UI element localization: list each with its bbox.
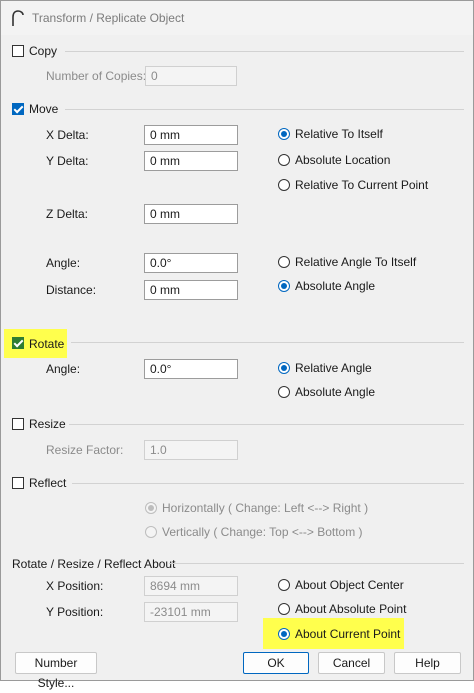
- relative-to-itself-radio[interactable]: [278, 128, 290, 140]
- x-delta-label: X Delta:: [46, 128, 89, 142]
- reflect-checkbox[interactable]: [12, 477, 24, 489]
- move-angle-field[interactable]: 0.0°: [144, 253, 238, 273]
- distance-label: Distance:: [46, 283, 97, 297]
- y-delta-field[interactable]: 0 mm: [144, 151, 238, 171]
- x-position-label: X Position:: [46, 579, 104, 593]
- app-arch-icon: [12, 10, 24, 26]
- relative-angle-to-itself-label: Relative Angle To Itself: [295, 255, 417, 269]
- z-delta-field[interactable]: 0 mm: [144, 204, 238, 224]
- relative-angle-to-itself-radio[interactable]: [278, 256, 290, 268]
- rotate-absolute-angle-label: Absolute Angle: [295, 385, 376, 399]
- copy-label: Copy: [29, 44, 58, 58]
- rotate-angle-label: Angle:: [46, 362, 81, 376]
- rotate-relative-angle-label: Relative Angle: [295, 361, 372, 375]
- about-absolute-point-label: About Absolute Point: [295, 602, 407, 616]
- rotate-angle-field[interactable]: 0.0°: [144, 359, 238, 379]
- num-copies-label: Number of Copies:: [46, 69, 147, 83]
- cancel-button[interactable]: Cancel: [318, 652, 385, 674]
- about-current-point-label: About Current Point: [295, 627, 401, 641]
- resize-label: Resize: [29, 417, 66, 431]
- title-bar[interactable]: Transform / Replicate Object: [1, 1, 473, 35]
- reflect-vertically-radio[interactable]: [145, 526, 157, 538]
- x-position-field[interactable]: 8694 mm: [144, 576, 238, 596]
- x-delta-field[interactable]: 0 mm: [144, 125, 238, 145]
- about-object-center-radio[interactable]: [278, 579, 290, 591]
- rotate-label: Rotate: [29, 337, 65, 351]
- y-position-field[interactable]: -23101 mm: [144, 602, 238, 622]
- z-delta-label: Z Delta:: [46, 207, 89, 221]
- move-angle-label: Angle:: [46, 256, 81, 270]
- distance-field[interactable]: 0 mm: [144, 280, 238, 300]
- num-copies-field[interactable]: 0: [145, 66, 237, 86]
- resize-factor-field[interactable]: 1.0: [144, 440, 238, 460]
- about-object-center-label: About Object Center: [295, 578, 404, 592]
- window-title: Transform / Replicate Object: [32, 11, 185, 25]
- relative-to-current-point-label: Relative To Current Point: [295, 178, 429, 192]
- reflect-label: Reflect: [29, 476, 67, 490]
- rotate-separator: [71, 342, 464, 343]
- about-group-label: Rotate / Resize / Reflect About: [12, 557, 176, 571]
- reflect-vertically-label: Vertically ( Change: Top <--> Bottom ): [162, 525, 363, 539]
- reflect-horizontally-label: Horizontally ( Change: Left <--> Right ): [162, 501, 369, 515]
- about-current-point-radio[interactable]: [278, 628, 290, 640]
- help-button[interactable]: Help: [394, 652, 461, 674]
- about-separator: [169, 563, 464, 564]
- rotate-checkbox[interactable]: [12, 337, 24, 349]
- copy-checkbox[interactable]: [12, 45, 24, 57]
- absolute-location-label: Absolute Location: [295, 153, 391, 167]
- resize-checkbox[interactable]: [12, 418, 24, 430]
- move-absolute-angle-label: Absolute Angle: [295, 279, 376, 293]
- ok-button[interactable]: OK: [243, 652, 309, 674]
- relative-to-itself-label: Relative To Itself: [295, 127, 383, 141]
- reflect-horizontally-radio[interactable]: [145, 502, 157, 514]
- move-separator: [65, 109, 464, 110]
- about-absolute-point-radio[interactable]: [278, 603, 290, 615]
- copy-separator: [65, 51, 464, 52]
- number-style-button[interactable]: Number Style...: [15, 652, 97, 690]
- y-delta-label: Y Delta:: [46, 154, 89, 168]
- relative-to-current-point-radio[interactable]: [278, 179, 290, 191]
- rotate-relative-angle-radio[interactable]: [278, 362, 290, 374]
- y-position-label: Y Position:: [46, 605, 104, 619]
- move-checkbox[interactable]: [12, 103, 24, 115]
- absolute-location-radio[interactable]: [278, 154, 290, 166]
- transform-dialog: Transform / Replicate Object Copy Number…: [0, 0, 474, 690]
- move-absolute-angle-radio[interactable]: [278, 280, 290, 292]
- resize-factor-label: Resize Factor:: [46, 443, 124, 457]
- move-label: Move: [29, 102, 59, 116]
- reflect-separator: [72, 483, 464, 484]
- resize-separator: [69, 424, 464, 425]
- rotate-absolute-angle-radio[interactable]: [278, 386, 290, 398]
